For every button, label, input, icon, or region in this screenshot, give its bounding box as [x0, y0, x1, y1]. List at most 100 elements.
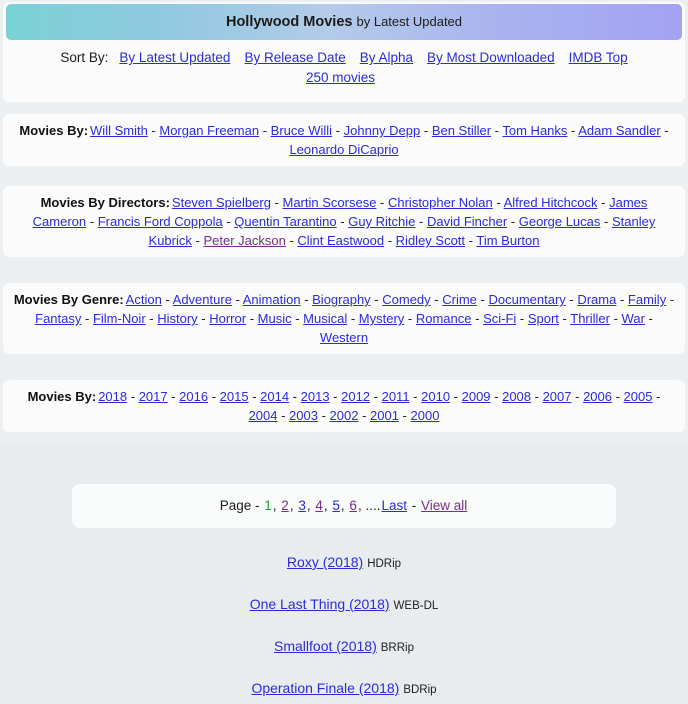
actor-link-ben-stiller[interactable]: Ben Stiller [432, 123, 491, 138]
year-link-2018[interactable]: 2018 [98, 389, 127, 404]
sort-link-by-latest-updated[interactable]: By Latest Updated [119, 50, 230, 65]
genre-link-musical[interactable]: Musical [303, 311, 347, 326]
year-link-2002[interactable]: 2002 [330, 408, 359, 423]
genre-link-comedy[interactable]: Comedy [382, 292, 430, 307]
header-card: Hollywood Movies by Latest Updated Sort … [3, 2, 685, 102]
genre-link-documentary[interactable]: Documentary [488, 292, 565, 307]
year-link-2001[interactable]: 2001 [370, 408, 399, 423]
sort-link-by-release-date[interactable]: By Release Date [244, 50, 345, 65]
movie-title-link-one-last-thing-2018-[interactable]: One Last Thing (2018) [250, 596, 390, 612]
genre-link-fantasy[interactable]: Fantasy [35, 311, 81, 326]
genre-link-family[interactable]: Family [628, 292, 666, 307]
page-link-4[interactable]: 4 [315, 498, 323, 513]
separator: - [507, 214, 519, 229]
year-link-2015[interactable]: 2015 [220, 389, 249, 404]
director-link-alfred-hitchcock[interactable]: Alfred Hitchcock [504, 195, 598, 210]
actor-link-bruce-willi[interactable]: Bruce Willi [271, 123, 332, 138]
year-link-2000[interactable]: 2000 [411, 408, 440, 423]
director-link-tim-burton[interactable]: Tim Burton [476, 233, 539, 248]
separator: - [431, 292, 443, 307]
year-link-2006[interactable]: 2006 [583, 389, 612, 404]
actor-link-adam-sandler[interactable]: Adam Sandler [578, 123, 660, 138]
genre-link-history[interactable]: History [157, 311, 197, 326]
director-link-ridley-scott[interactable]: Ridley Scott [396, 233, 465, 248]
page-link-5[interactable]: 5 [332, 498, 340, 513]
year-link-2007[interactable]: 2007 [543, 389, 572, 404]
separator: - [404, 311, 416, 326]
year-link-2017[interactable]: 2017 [139, 389, 168, 404]
page-link-last[interactable]: Last [381, 498, 407, 513]
genre-link-mystery[interactable]: Mystery [359, 311, 405, 326]
separator: - [531, 389, 543, 404]
page-link-3[interactable]: 3 [298, 498, 306, 513]
page-link-6[interactable]: 6 [349, 498, 357, 513]
genre-link-action[interactable]: Action [126, 292, 162, 307]
genre-link-sci-fi[interactable]: Sci-Fi [483, 311, 516, 326]
genre-link-horror[interactable]: Horror [209, 311, 246, 326]
separator: - [616, 292, 628, 307]
year-links: 2018 - 2017 - 2016 - 2015 - 2014 - 2013 … [98, 389, 660, 423]
director-link-quentin-tarantino[interactable]: Quentin Tarantino [234, 214, 336, 229]
year-link-2016[interactable]: 2016 [179, 389, 208, 404]
sort-link-by-most-downloaded[interactable]: By Most Downloaded [427, 50, 555, 65]
genre-link-western[interactable]: Western [320, 330, 368, 345]
separator: - [271, 195, 283, 210]
separator: - [666, 292, 674, 307]
actor-link-tom-hanks[interactable]: Tom Hanks [502, 123, 567, 138]
director-link-martin-scorsese[interactable]: Martin Scorsese [283, 195, 377, 210]
genre-link-sport[interactable]: Sport [528, 311, 559, 326]
director-link-steven-spielberg[interactable]: Steven Spielberg [172, 195, 271, 210]
separator: - [420, 123, 432, 138]
year-link-2013[interactable]: 2013 [301, 389, 330, 404]
director-link-clint-eastwood[interactable]: Clint Eastwood [297, 233, 384, 248]
actor-link-johnny-depp[interactable]: Johnny Depp [344, 123, 421, 138]
page-link-1[interactable]: 1 [264, 498, 272, 513]
year-link-2003[interactable]: 2003 [289, 408, 318, 423]
director-link-francis-ford-coppola[interactable]: Francis Ford Coppola [98, 214, 223, 229]
movie-title-link-smallfoot-2018-[interactable]: Smallfoot (2018) [274, 638, 377, 654]
separator: - [493, 195, 504, 210]
year-link-2005[interactable]: 2005 [624, 389, 653, 404]
director-link-david-fincher[interactable]: David Fincher [427, 214, 507, 229]
spacer [0, 257, 688, 283]
separator: - [472, 311, 484, 326]
movie-quality-badge: HDRip [367, 558, 401, 570]
year-link-2011[interactable]: 2011 [382, 389, 410, 404]
year-link-2008[interactable]: 2008 [502, 389, 531, 404]
genre-link-film-noir[interactable]: Film-Noir [93, 311, 146, 326]
genre-link-adventure[interactable]: Adventure [173, 292, 232, 307]
director-link-guy-ritchie[interactable]: Guy Ritchie [348, 214, 415, 229]
movie-title-link-operation-finale-2018-[interactable]: Operation Finale (2018) [251, 680, 399, 696]
actor-link-morgan-freeman[interactable]: Morgan Freeman [159, 123, 259, 138]
genre-link-music[interactable]: Music [258, 311, 292, 326]
movie-quality-badge: WEB-DL [394, 600, 439, 612]
actor-link-will-smith[interactable]: Will Smith [90, 123, 148, 138]
separator: - [358, 408, 370, 423]
director-link-george-lucas[interactable]: George Lucas [519, 214, 601, 229]
page-link-2[interactable]: 2 [281, 498, 289, 513]
genre-link-war[interactable]: War [622, 311, 645, 326]
year-link-2012[interactable]: 2012 [341, 389, 370, 404]
actor-link-leonardo-dicaprio[interactable]: Leonardo DiCaprio [289, 142, 398, 157]
year-link-2010[interactable]: 2010 [421, 389, 450, 404]
year-link-2014[interactable]: 2014 [260, 389, 289, 404]
genre-link-drama[interactable]: Drama [577, 292, 616, 307]
genre-link-thriller[interactable]: Thriller [570, 311, 610, 326]
pagination-label: Page - [220, 498, 260, 513]
year-link-2004[interactable]: 2004 [249, 408, 278, 423]
separator: - [223, 214, 235, 229]
sort-link-by-alpha[interactable]: By Alpha [360, 50, 413, 65]
director-link-christopher-nolan[interactable]: Christopher Nolan [388, 195, 493, 210]
years-card: Movies By:2018 - 2017 - 2016 - 2015 - 20… [3, 380, 685, 432]
genre-link-biography[interactable]: Biography [312, 292, 371, 307]
view-all-link[interactable]: View all [421, 498, 467, 513]
separator: - [337, 214, 349, 229]
separator: - [286, 233, 298, 248]
genre-link-crime[interactable]: Crime [442, 292, 477, 307]
separator: - [477, 292, 489, 307]
movie-title-link-roxy-2018-[interactable]: Roxy (2018) [287, 554, 363, 570]
director-link-peter-jackson[interactable]: Peter Jackson [203, 233, 285, 248]
year-link-2009[interactable]: 2009 [462, 389, 491, 404]
genre-link-romance[interactable]: Romance [416, 311, 472, 326]
genre-link-animation[interactable]: Animation [243, 292, 301, 307]
